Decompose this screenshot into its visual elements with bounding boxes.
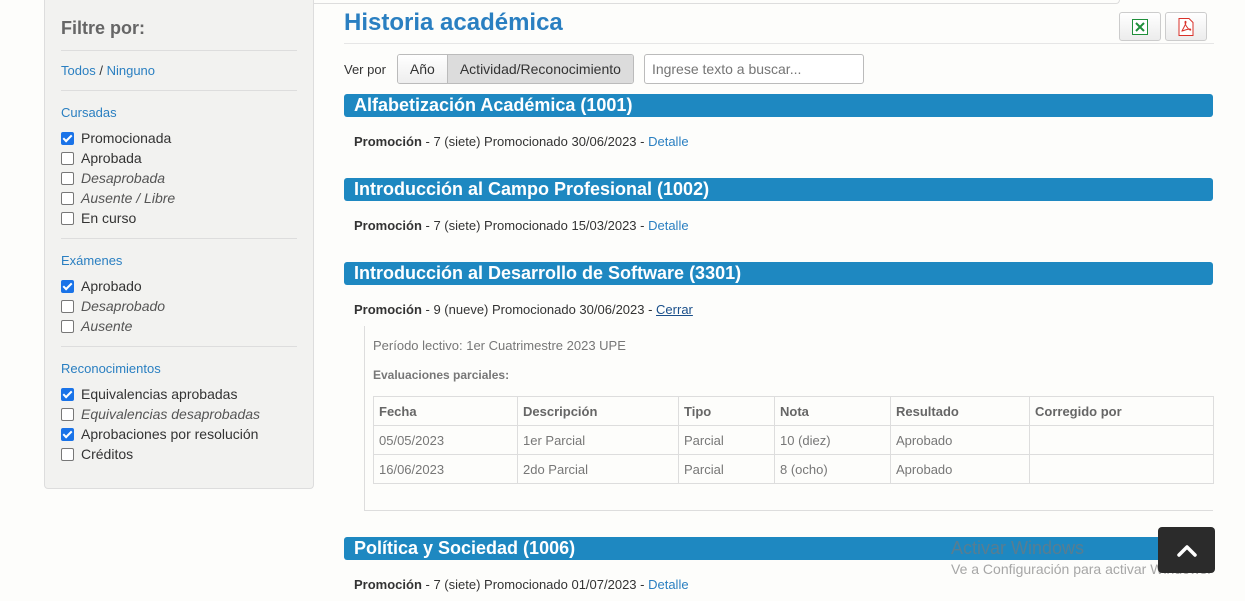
- col-corregido: Corregido por: [1029, 396, 1214, 426]
- period-label: Período lectivo: 1er Cuatrimestre 2023 U…: [373, 338, 626, 353]
- course-type: Promoción: [354, 302, 422, 317]
- cell: 8 (ocho): [774, 454, 891, 484]
- course-detail-panel: Período lectivo: 1er Cuatrimestre 2023 U…: [364, 326, 1214, 511]
- col-tipo: Tipo: [678, 396, 775, 426]
- checkbox[interactable]: [61, 131, 74, 145]
- course-type: Promoción: [354, 577, 422, 592]
- detail-link[interactable]: Detalle: [648, 577, 688, 592]
- checkbox[interactable]: [61, 407, 74, 421]
- group-title: Cursadas: [61, 105, 117, 120]
- course-result: - 9 (nueve) Promocionado 30/06/2023 -: [421, 302, 657, 317]
- course-block: Introducción al Campo Profesional (1002)…: [344, 178, 1213, 233]
- view-by-activity-button[interactable]: Actividad/Reconocimiento: [447, 55, 633, 83]
- checkbox[interactable]: [61, 151, 74, 165]
- main-content: Historia académica Ver por Año Actividad…: [344, 0, 1214, 592]
- view-by-toggle: Año Actividad/Reconocimiento: [396, 54, 634, 84]
- view-by-year-button[interactable]: Año: [397, 55, 448, 83]
- course-type: Promoción: [354, 134, 422, 149]
- cell: Aprobado: [890, 425, 1030, 455]
- filter-desaprobado[interactable]: Desaprobado: [61, 296, 297, 316]
- page-title: Historia académica: [344, 9, 563, 36]
- course-title: Introducción al Desarrollo de Software (…: [344, 262, 1213, 285]
- close-link[interactable]: Cerrar: [656, 302, 693, 317]
- cell: Parcial: [678, 425, 775, 455]
- course-summary: Promoción - 7 (siete) Promocionado 15/03…: [354, 218, 1213, 233]
- filter-ausente-libre[interactable]: Ausente / Libre: [61, 188, 297, 208]
- course-block: Introducción al Desarrollo de Software (…: [344, 262, 1213, 317]
- scroll-to-top-button[interactable]: [1158, 527, 1215, 573]
- course-block: Alfabetización Académica (1001) Promoció…: [344, 94, 1213, 149]
- filter-group-cursadas: Cursadas Promocionada Aprobada Desaproba…: [61, 91, 297, 239]
- col-resultado: Resultado: [890, 396, 1030, 426]
- pdf-icon: [1178, 17, 1194, 36]
- filter-creditos[interactable]: Créditos: [61, 444, 297, 464]
- table-header-row: Fecha Descripción Tipo Nota Resultado Co…: [373, 396, 1214, 426]
- cell: Aprobado: [890, 454, 1030, 484]
- excel-icon: [1132, 18, 1148, 35]
- checkbox[interactable]: [61, 191, 74, 205]
- filter-en-curso[interactable]: En curso: [61, 208, 297, 228]
- filter-aprobada[interactable]: Aprobada: [61, 148, 297, 168]
- group-title: Exámenes: [61, 253, 123, 268]
- filter-ausente[interactable]: Ausente: [61, 316, 297, 336]
- course-summary: Promoción - 9 (nueve) Promocionado 30/06…: [354, 302, 1213, 317]
- checkbox[interactable]: [61, 299, 74, 313]
- export-pdf-button[interactable]: [1165, 12, 1207, 41]
- checkbox[interactable]: [61, 387, 74, 401]
- course-summary: Promoción - 7 (siete) Promocionado 01/07…: [354, 577, 1213, 592]
- select-none-link[interactable]: Ninguno: [107, 63, 155, 78]
- col-fecha: Fecha: [373, 396, 518, 426]
- course-title: Alfabetización Académica (1001): [344, 94, 1213, 117]
- checkbox[interactable]: [61, 211, 74, 225]
- filter-equivalencias-aprobadas[interactable]: Equivalencias aprobadas: [61, 384, 297, 404]
- course-result: - 7 (siete) Promocionado 30/06/2023 -: [421, 134, 649, 149]
- col-nota: Nota: [774, 396, 891, 426]
- cell: 16/06/2023: [373, 454, 518, 484]
- checkbox[interactable]: [61, 447, 74, 461]
- checkbox[interactable]: [61, 279, 74, 293]
- course-summary: Promoción - 7 (siete) Promocionado 30/06…: [354, 134, 1213, 149]
- filter-aprobaciones-resolucion[interactable]: Aprobaciones por resolución: [61, 424, 297, 444]
- search-input[interactable]: [643, 54, 864, 84]
- group-title: Reconocimientos: [61, 361, 161, 376]
- select-all-none: Todos / Ninguno: [61, 63, 297, 91]
- separator: /: [99, 63, 103, 78]
- course-result: - 7 (siete) Promocionado 01/07/2023 -: [421, 577, 649, 592]
- checkbox[interactable]: [61, 171, 74, 185]
- table-row: 05/05/2023 1er Parcial Parcial 10 (diez)…: [373, 425, 1214, 455]
- course-type: Promoción: [354, 218, 422, 233]
- select-all-link[interactable]: Todos: [61, 63, 96, 78]
- export-excel-button[interactable]: [1119, 12, 1161, 41]
- detail-link[interactable]: Detalle: [648, 218, 688, 233]
- cell: 2do Parcial: [517, 454, 679, 484]
- cell: [1029, 425, 1214, 455]
- filter-title: Filtre por:: [61, 18, 297, 51]
- course-title: Introducción al Campo Profesional (1002): [344, 178, 1213, 201]
- chevron-up-icon: [1176, 545, 1197, 557]
- view-by-label: Ver por: [344, 61, 386, 77]
- cell: [1029, 454, 1214, 484]
- checkbox[interactable]: [61, 319, 74, 333]
- detail-link[interactable]: Detalle: [648, 134, 688, 149]
- col-descripcion: Descripción: [517, 396, 679, 426]
- view-by-row: Ver por Año Actividad/Reconocimiento: [344, 54, 864, 84]
- checkbox[interactable]: [61, 427, 74, 441]
- cell: Parcial: [678, 454, 775, 484]
- filter-desaprobada[interactable]: Desaprobada: [61, 168, 297, 188]
- filter-promocionada[interactable]: Promocionada: [61, 128, 297, 148]
- course-result: - 7 (siete) Promocionado 15/03/2023 -: [421, 218, 649, 233]
- title-row: Historia académica: [344, 0, 1214, 44]
- filter-sidebar: Filtre por: Todos / Ninguno Cursadas Pro…: [44, 0, 314, 489]
- evaluations-table: Fecha Descripción Tipo Nota Resultado Co…: [373, 396, 1214, 484]
- filter-group-reconocimientos: Reconocimientos Equivalencias aprobadas …: [61, 347, 297, 474]
- filter-group-examenes: Exámenes Aprobado Desaprobado Ausente: [61, 239, 297, 347]
- filter-equivalencias-desaprobadas[interactable]: Equivalencias desaprobadas: [61, 404, 297, 424]
- cell: 10 (diez): [774, 425, 891, 455]
- cell: 05/05/2023: [373, 425, 518, 455]
- cell: 1er Parcial: [517, 425, 679, 455]
- table-row: 16/06/2023 2do Parcial Parcial 8 (ocho) …: [373, 454, 1214, 484]
- partial-evaluations-label: Evaluaciones parciales:: [373, 368, 510, 382]
- filter-aprobado[interactable]: Aprobado: [61, 276, 297, 296]
